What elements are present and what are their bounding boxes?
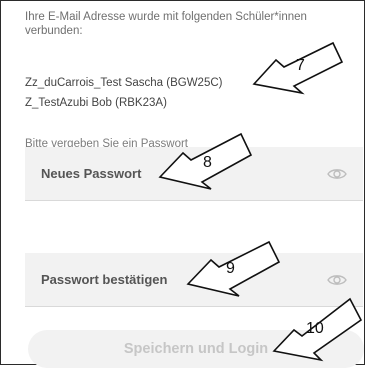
confirm-password-label: Passwort bestätigen bbox=[41, 272, 168, 287]
eye-icon[interactable] bbox=[327, 270, 347, 290]
page-frame: Ihre E-Mail Adresse wurde mit folgenden … bbox=[0, 0, 365, 368]
save-and-login-button[interactable]: Speichern und Login bbox=[28, 330, 364, 368]
eye-icon[interactable] bbox=[327, 164, 347, 184]
student-item: Z_TestAzubi Bob (RBK23A) bbox=[25, 97, 167, 109]
new-password-field[interactable]: Neues Passwort bbox=[25, 147, 363, 201]
student-item: Zz_duCarrois_Test Sascha (BGW25C) bbox=[25, 77, 223, 89]
intro-text: Ihre E-Mail Adresse wurde mit folgenden … bbox=[25, 11, 307, 37]
new-password-label: Neues Passwort bbox=[41, 166, 142, 181]
confirm-password-field[interactable]: Passwort bestätigen bbox=[25, 253, 363, 307]
